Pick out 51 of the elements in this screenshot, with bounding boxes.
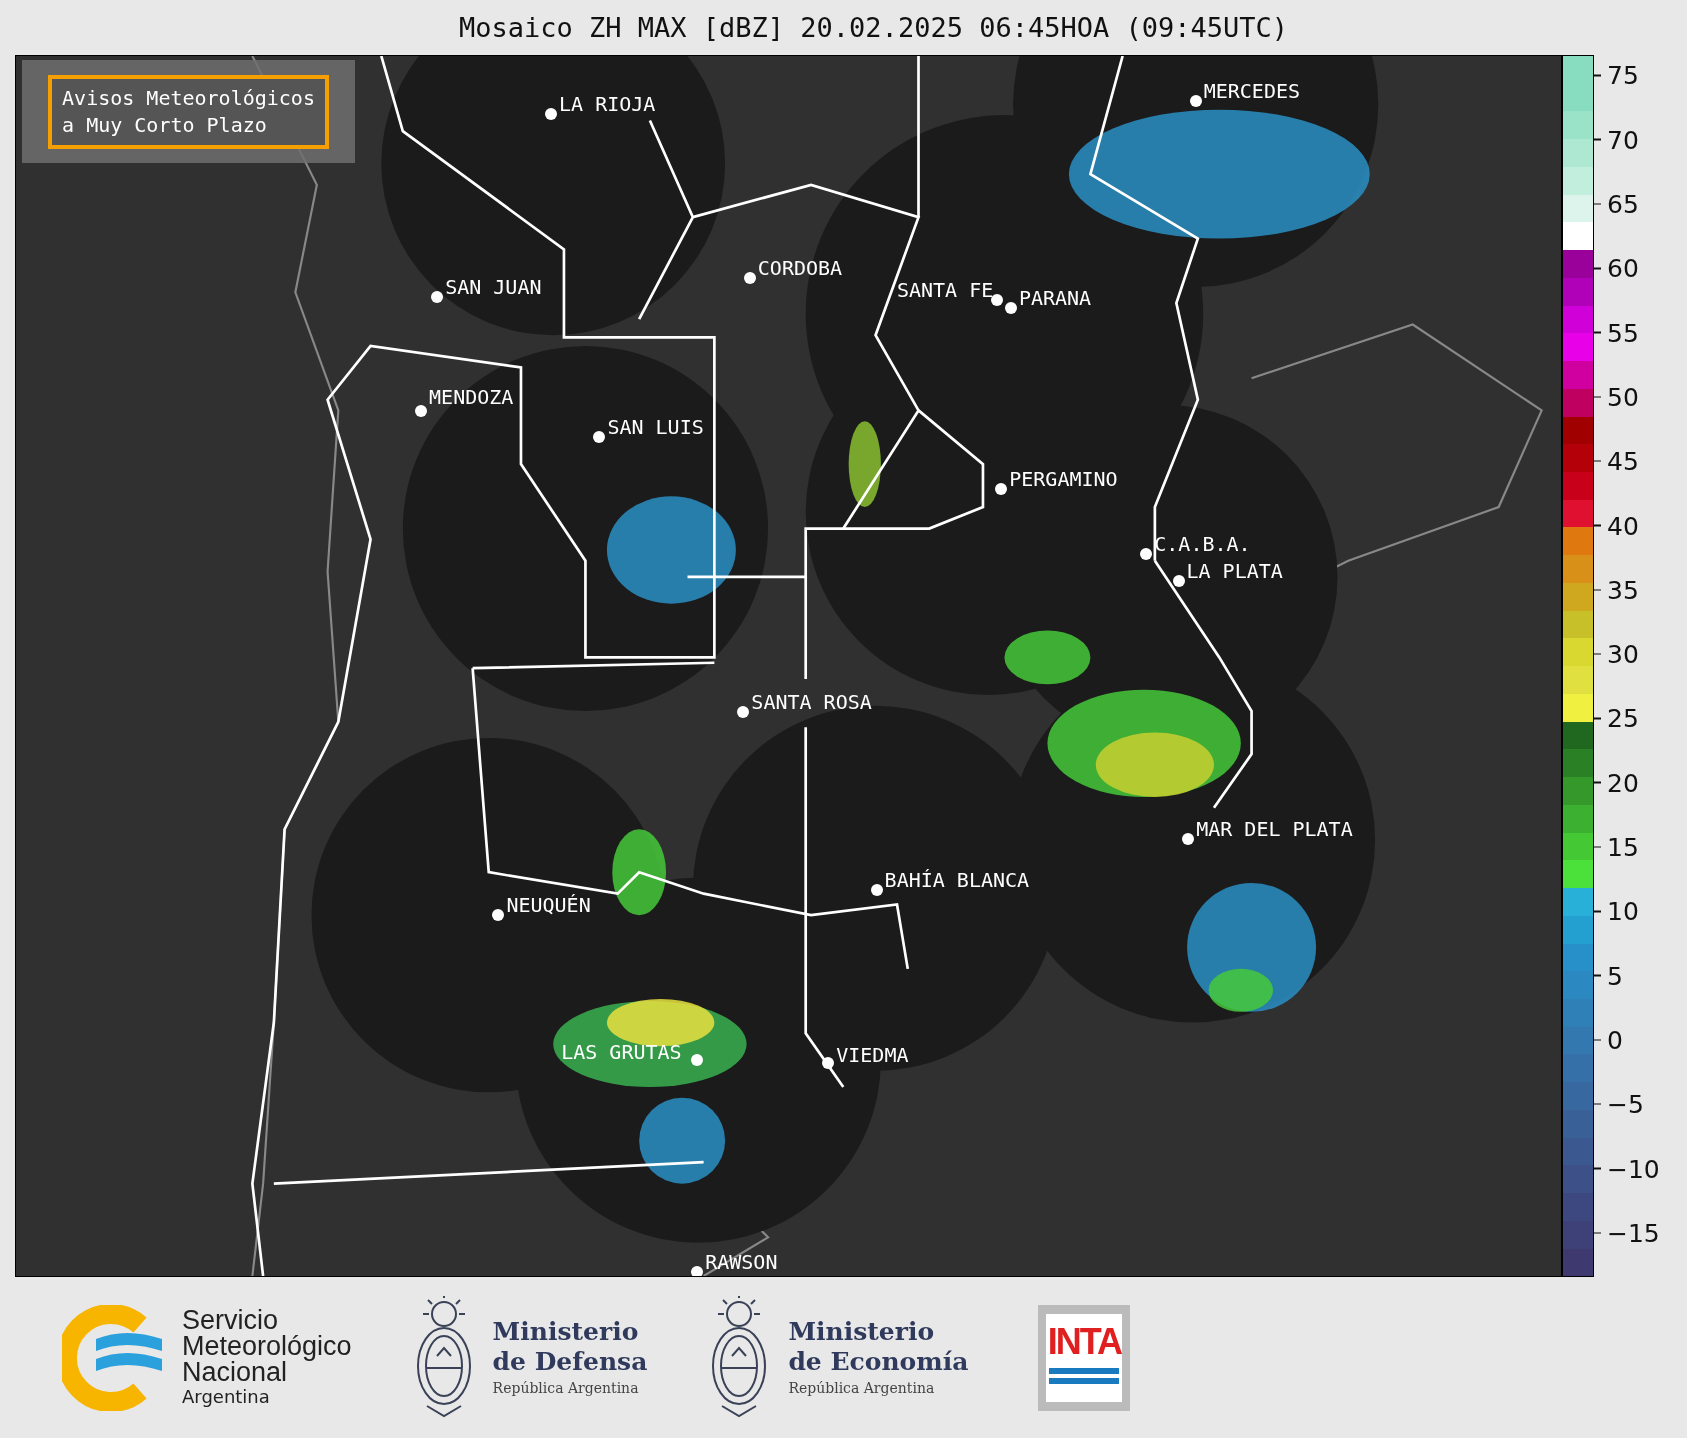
- scale-tick-label: 15: [1594, 832, 1639, 862]
- ministry-country: República Argentina: [788, 1378, 936, 1398]
- notice-text: Avisos Meteorológicos a Muy Corto Plazo: [48, 74, 329, 149]
- ministry-name: Ministerio: [788, 1316, 936, 1347]
- city-label: C.A.B.A.: [1154, 532, 1251, 557]
- city-label: LA RIOJA: [559, 92, 656, 116]
- scale-tick-label: 50: [1594, 382, 1639, 412]
- map-title: Mosaico ZH MAX [dBZ] 20.02.2025 06:45HOA (09:45UTC): [458, 12, 1288, 43]
- agency-name: Servicio: [182, 1306, 280, 1333]
- city-label: LA PLATA: [1186, 559, 1283, 584]
- city-label: PERGAMINO: [1009, 466, 1118, 491]
- city-label: MERCEDES: [1203, 79, 1300, 104]
- ministry-name: de Defensa: [492, 1346, 648, 1377]
- city-label: MAR DEL PLATA: [1196, 816, 1353, 841]
- inta-wordmark: INTA: [1047, 1319, 1122, 1364]
- city-label: NEUQUÉN: [506, 893, 591, 918]
- city-label: VIEDMA: [836, 1043, 909, 1068]
- ministry-name: Ministerio: [492, 1316, 640, 1347]
- city-label: SAN LUIS: [607, 415, 704, 440]
- agency-name: Meteorológico: [182, 1332, 352, 1359]
- city-label: PARANA: [1018, 286, 1092, 311]
- scale-tick-label: 30: [1594, 639, 1639, 669]
- agency-country: Argentina: [182, 1384, 271, 1409]
- scale-tick-label: 20: [1594, 768, 1639, 798]
- scale-tick-label: 45: [1594, 446, 1639, 476]
- scale-tick-label: −15: [1594, 1218, 1660, 1248]
- scale-tick-label: 10: [1594, 896, 1639, 926]
- city-label: SANTA ROSA: [751, 690, 872, 715]
- scale-tick-label: 5: [1594, 961, 1623, 991]
- city-label: CORDOBA: [757, 256, 843, 281]
- scale-tick-label: 55: [1594, 318, 1639, 348]
- city-label: MENDOZA: [429, 385, 514, 410]
- ministry-name: de Economía: [788, 1346, 969, 1377]
- city-label: RAWSON: [705, 1249, 778, 1274]
- city-marker-icon: [691, 1265, 704, 1276]
- city-label: SANTA FE: [896, 277, 994, 302]
- scale-tick-label: 35: [1594, 575, 1639, 605]
- scale-tick-label: 40: [1594, 511, 1639, 540]
- scale-tick-label: −5: [1594, 1089, 1644, 1119]
- scale-tick-label: 60: [1594, 253, 1639, 283]
- agency-name: Nacional: [182, 1358, 288, 1385]
- scale-tick-label: 0: [1594, 1025, 1623, 1055]
- city-label: BAHÍA BLANCA: [884, 868, 1030, 893]
- scale-tick-label: 65: [1594, 189, 1639, 219]
- scale-tick-label: 75: [1594, 60, 1639, 90]
- city-label: LAS GRUTAS: [561, 1040, 682, 1065]
- scale-tick-label: 25: [1594, 703, 1639, 733]
- city-label: SAN JUAN: [445, 274, 542, 299]
- ministry-country: República Argentina: [492, 1378, 640, 1398]
- scale-tick-label: 70: [1594, 125, 1639, 155]
- scale-tick-label: −10: [1594, 1154, 1660, 1183]
